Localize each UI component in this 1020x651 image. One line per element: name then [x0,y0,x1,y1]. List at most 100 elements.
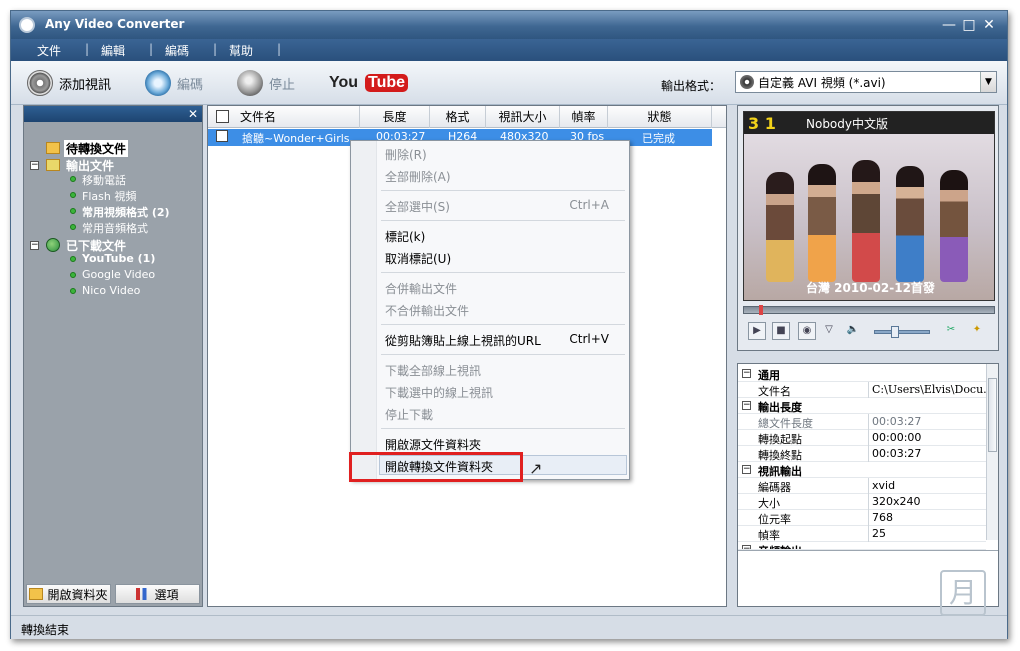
sidebar-item-pending[interactable]: 待轉換文件 [64,140,129,157]
sidebar-item-common-audio[interactable]: 常用音頻格式 [82,220,148,236]
column-format[interactable]: 格式 [430,106,486,128]
menu-encode[interactable]: 編碼 [165,42,189,59]
video-preview-screen: 3 1 Nobody中文版 台灣 2010-02-12首發 [743,111,995,301]
file-list-header: 文件名 長度 格式 視訊大小 幀率 狀態 [208,106,726,128]
chevron-down-icon[interactable]: ▽ [820,322,838,340]
property-key: 轉換起點 [758,433,802,446]
close-icon[interactable]: ✕ [188,106,198,122]
property-row[interactable]: 大小 320x240 [738,494,986,510]
seek-handle[interactable] [759,305,763,315]
property-value: 768 [872,511,893,524]
property-row[interactable]: 幀率 25 [738,526,986,542]
chevron-down-icon[interactable]: ▼ [980,72,996,92]
seek-bar[interactable] [743,305,995,315]
menu-item-mark[interactable]: 標記(k) [385,228,425,245]
property-row[interactable]: 總文件長度 00:03:27 [738,414,986,430]
menu-item-download-all[interactable]: 下載全部線上視訊 [385,362,481,379]
menu-item-select-all[interactable]: 全部選中(S) [385,198,450,215]
scissors-icon[interactable]: ✂ [942,322,960,340]
property-category-label: 視訊輸出 [758,465,802,478]
sidebar-item-mobile[interactable]: 移動電話 [82,172,126,188]
column-filename[interactable]: 文件名 [232,106,360,128]
collapse-icon[interactable]: − [30,241,39,250]
column-video-size[interactable]: 視訊大小 [486,106,560,128]
menu-edit[interactable]: 編輯 [101,42,125,59]
add-video-button[interactable]: 添加視訊 [27,69,111,97]
play-icon[interactable]: ▶ [748,322,766,340]
maximize-icon[interactable]: □ [961,17,977,33]
property-category[interactable]: − 音頻輸出 [738,542,986,550]
sidebar: ✕ 待轉換文件 − 輸出文件 移動電話 Flash 視頻 常用視頻格式 (2) … [23,105,203,607]
sidebar-item-google-video[interactable]: Google Video [82,268,155,281]
property-row[interactable]: 文件名 C:\Users\Elvis\Docu... [738,382,994,398]
magic-wand-icon[interactable]: ✦ [968,322,986,340]
output-folder-icon [46,159,60,171]
property-value: 00:03:27 [872,415,922,428]
menu-item-open-source-folder[interactable]: 開啟源文件資料夾 [385,436,481,453]
sidebar-item-nico-video[interactable]: Nico Video [82,284,140,297]
property-category[interactable]: − 視訊輸出 [738,462,986,478]
property-category-label: 音頻輸出 [758,543,802,549]
row-filename: 搶聽~Wonder+Girls... [242,132,361,145]
property-category[interactable]: − 輸出長度 [738,398,986,414]
property-value: 00:03:27 [872,447,922,460]
film-reel-icon [27,70,53,96]
open-folder-button[interactable]: 開啟資料夾 [26,584,111,604]
sidebar-item-youtube[interactable]: YouTube (1) [82,252,155,265]
stop-icon[interactable]: ■ [772,322,790,340]
volume-icon[interactable]: 🔈 [844,322,862,340]
column-length[interactable]: 長度 [360,106,430,128]
column-status[interactable]: 狀態 [608,106,712,128]
property-key: 總文件長度 [758,417,813,430]
select-all-checkbox[interactable] [216,110,229,123]
menu-item-unmark[interactable]: 取消標記(U) [385,250,451,267]
property-category[interactable]: − 通用 [738,366,986,382]
menu-item-merge-output[interactable]: 合併輸出文件 [385,280,457,297]
minimize-icon[interactable]: — [941,17,957,33]
window-title: Any Video Converter [45,17,185,31]
menu-item-no-merge-output[interactable]: 不合併輸出文件 [385,302,469,319]
menu-item-delete-all[interactable]: 全部刪除(A) [385,168,451,185]
property-row[interactable]: 轉換終點 00:03:27 [738,446,986,462]
stop-button[interactable]: 停止 [237,69,295,97]
properties-scrollbar[interactable] [986,364,998,540]
menu-file[interactable]: 文件 [37,42,61,59]
menu-item-stop-download[interactable]: 停止下載 [385,406,433,423]
bullet-icon [70,288,76,294]
collapse-icon[interactable]: − [742,369,751,378]
shortcut-paste-url: Ctrl+V [569,332,609,346]
sidebar-item-flash[interactable]: Flash 視頻 [82,188,136,204]
property-value: 25 [872,527,886,540]
menu-item-delete[interactable]: 刪除(R) [385,146,427,163]
collapse-icon[interactable]: − [30,161,39,170]
video-preview-panel: 3 1 Nobody中文版 台灣 2010-02-12首發 ▶ ■ ◉ ▽ 🔈 … [737,105,999,351]
sidebar-item-common-video[interactable]: 常用視頻格式 (2) [82,204,170,220]
output-format-select[interactable]: 自定義 AVI 視頻 (*.avi) ▼ [735,71,997,93]
scrollbar-thumb[interactable] [988,378,997,452]
output-format-value: 自定義 AVI 視頻 (*.avi) [758,75,886,90]
property-row[interactable]: 編碼器 xvid [738,478,986,494]
property-value: xvid [872,479,896,492]
collapse-icon[interactable]: − [742,465,751,474]
property-row[interactable]: 轉換起點 00:00:00 [738,430,986,446]
property-key: 大小 [758,497,780,510]
close-icon[interactable]: ✕ [981,17,997,33]
volume-slider[interactable] [874,326,930,338]
youtube-button[interactable]: You Tube [329,69,409,97]
volume-handle[interactable] [891,326,899,338]
row-checkbox[interactable] [216,130,228,142]
sidebar-header: ✕ [24,106,202,122]
encode-button[interactable]: 編碼 [145,69,203,97]
column-fps[interactable]: 幀率 [560,106,608,128]
property-value: C:\Users\Elvis\Docu... [872,383,994,396]
menu-item-paste-url[interactable]: 從剪貼簿貼上線上視訊的URL [385,332,541,349]
options-button[interactable]: 選項 [115,584,200,604]
menu-help[interactable]: 幫助 [229,42,253,59]
snapshot-icon[interactable]: ◉ [798,322,816,340]
options-label: 選項 [154,587,179,602]
property-row[interactable]: 位元率 768 [738,510,986,526]
menu-item-download-selected[interactable]: 下載選中的線上視訊 [385,384,493,401]
collapse-icon[interactable]: − [742,401,751,410]
property-key: 位元率 [758,513,791,526]
performer-figure [766,172,794,282]
